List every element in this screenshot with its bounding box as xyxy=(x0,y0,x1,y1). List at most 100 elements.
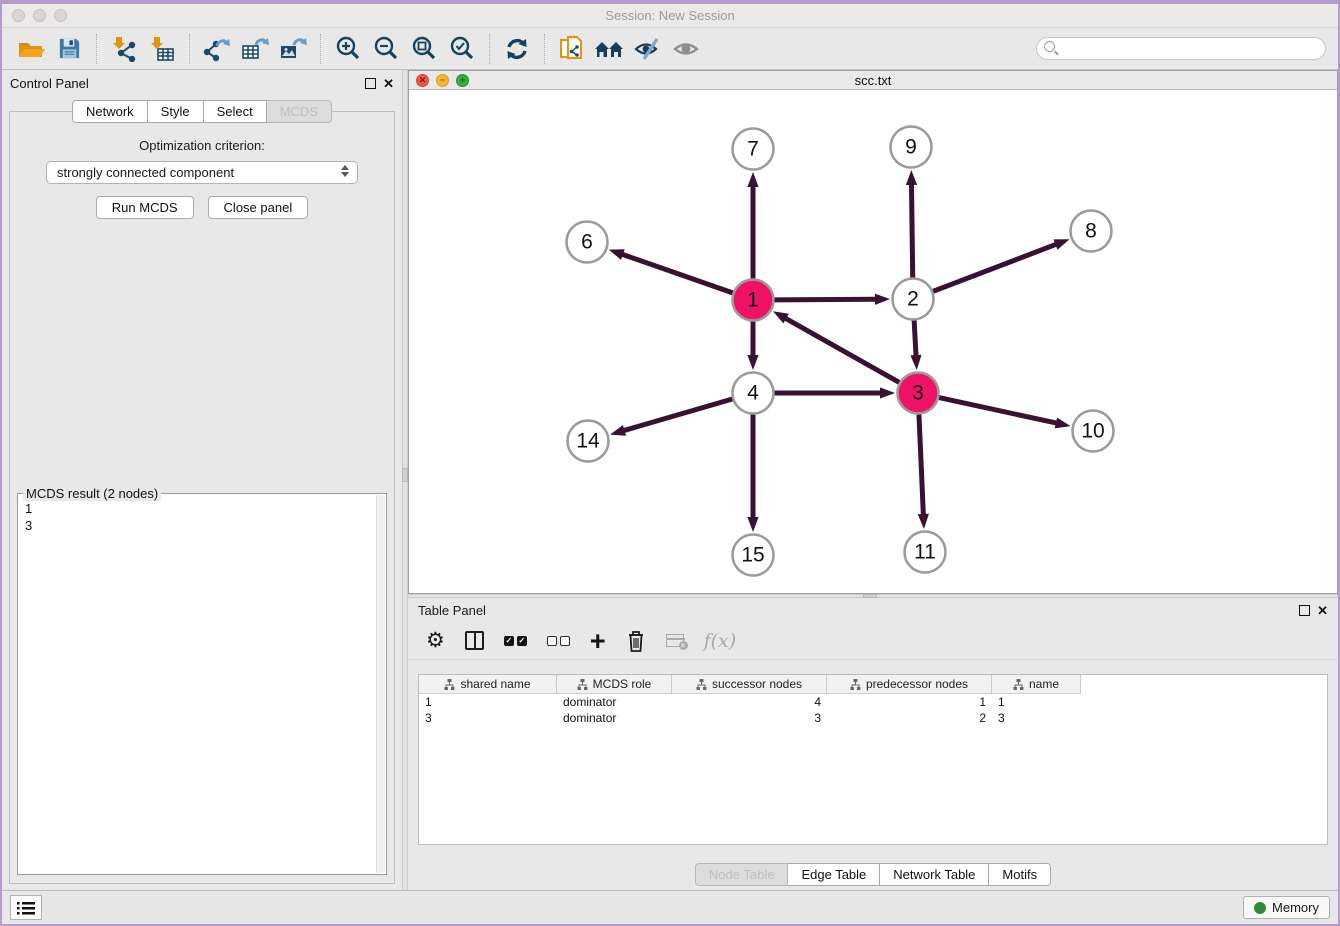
zoom-selected-button[interactable] xyxy=(443,32,481,66)
import-network-icon xyxy=(110,36,138,62)
table-cell[interactable]: 1 xyxy=(992,695,1081,709)
close-panel-button[interactable]: Close panel xyxy=(208,196,309,219)
table-panel: Table Panel ✕ ⚙ ✓ ✓ xyxy=(408,598,1338,890)
edge-2-3[interactable] xyxy=(914,320,916,357)
tab-motifs[interactable]: Motifs xyxy=(989,863,1051,886)
tab-style[interactable]: Style xyxy=(148,100,204,123)
table-cell[interactable]: 3 xyxy=(672,711,827,725)
refresh-icon xyxy=(504,36,530,62)
export-image-button[interactable] xyxy=(274,32,312,66)
import-table-button[interactable] xyxy=(143,32,181,66)
edge-2-9[interactable] xyxy=(911,183,912,278)
memory-label: Memory xyxy=(1272,900,1319,915)
edge-4-14[interactable] xyxy=(623,399,733,431)
open-session-button[interactable] xyxy=(12,32,50,66)
table-cell[interactable]: 1 xyxy=(827,695,992,709)
trash-icon xyxy=(626,629,646,653)
task-history-button[interactable] xyxy=(10,895,42,920)
select-all-button[interactable]: ✓ ✓ xyxy=(504,626,527,656)
close-panel-icon[interactable]: ✕ xyxy=(383,78,394,89)
table-cell[interactable]: 3 xyxy=(419,711,557,725)
duplicate-network-button[interactable] xyxy=(553,32,591,66)
edge-1-2[interactable] xyxy=(774,299,877,300)
deselect-all-button[interactable] xyxy=(547,626,570,656)
search-container xyxy=(1036,37,1326,60)
edge-3-1[interactable] xyxy=(784,318,899,383)
table-cell[interactable]: 2 xyxy=(827,711,992,725)
memory-button[interactable]: Memory xyxy=(1243,896,1330,919)
export-network-button[interactable] xyxy=(198,32,236,66)
show-all-button[interactable] xyxy=(667,32,705,66)
tab-mcds[interactable]: MCDS xyxy=(267,100,332,123)
app-window: Session: New Session xyxy=(0,0,1340,926)
float-panel-icon[interactable] xyxy=(365,78,376,89)
node-label-4: 4 xyxy=(747,382,759,405)
splitter-grip[interactable] xyxy=(402,468,408,482)
zoom-out-button[interactable] xyxy=(367,32,405,66)
column-header-predecessor-nodes[interactable]: predecessor nodes xyxy=(827,675,992,693)
zoom-in-button[interactable] xyxy=(329,32,367,66)
open-folder-icon xyxy=(17,37,45,61)
network-window-title: scc.txt xyxy=(409,73,1337,88)
edge-1-6[interactable] xyxy=(621,254,733,293)
close-panel-icon[interactable]: ✕ xyxy=(1317,605,1328,616)
node-label-14: 14 xyxy=(576,430,600,453)
tab-node-table[interactable]: Node Table xyxy=(695,863,789,886)
table-cell[interactable]: 4 xyxy=(672,695,827,709)
table-cell[interactable]: 3 xyxy=(992,711,1081,725)
add-column-button[interactable]: + xyxy=(590,626,606,656)
column-header-shared-name[interactable]: shared name xyxy=(419,675,557,693)
table-row[interactable]: 1dominator411 xyxy=(419,694,1327,710)
function-builder-button[interactable]: f(x) xyxy=(704,626,737,656)
tab-edge-table[interactable]: Edge Table xyxy=(788,863,880,886)
tab-select[interactable]: Select xyxy=(204,100,267,123)
apply-layout-button[interactable] xyxy=(498,32,536,66)
table-row[interactable]: 3dominator323 xyxy=(419,710,1327,726)
delete-column-button[interactable] xyxy=(626,626,646,656)
hide-selected-button[interactable] xyxy=(629,32,667,66)
column-type-icon xyxy=(444,679,455,690)
column-type-icon xyxy=(577,679,588,690)
result-scrollbar[interactable] xyxy=(376,495,385,873)
import-table-icon xyxy=(148,36,176,62)
search-icon xyxy=(1044,41,1055,52)
column-header-MCDS-role[interactable]: MCDS role xyxy=(557,675,672,693)
save-session-button[interactable] xyxy=(50,32,88,66)
control-panel-header: Control Panel ✕ xyxy=(2,70,402,96)
import-network-button[interactable] xyxy=(105,32,143,66)
delete-table-icon: ✕ xyxy=(666,634,684,647)
float-panel-icon[interactable] xyxy=(1299,605,1310,616)
edge-3-11[interactable] xyxy=(919,414,923,516)
table-cell[interactable]: dominator xyxy=(557,711,672,725)
mcds-result-title: MCDS result (2 nodes) xyxy=(23,486,161,501)
column-header-name[interactable]: name xyxy=(992,675,1081,693)
export-table-icon xyxy=(241,36,269,62)
table-tabs: Node TableEdge TableNetwork TableMotifs xyxy=(408,863,1338,886)
node-table: shared nameMCDS rolesuccessor nodesprede… xyxy=(418,674,1328,845)
show-columns-button[interactable] xyxy=(465,626,484,656)
export-table-button[interactable] xyxy=(236,32,274,66)
optimization-select[interactable]: strongly connected component xyxy=(46,161,358,184)
table-cell[interactable]: 1 xyxy=(419,695,557,709)
first-neighbors-button[interactable] xyxy=(591,32,629,66)
edge-arrowhead xyxy=(609,249,625,260)
export-image-icon xyxy=(279,36,307,62)
edge-arrowhead xyxy=(747,517,758,532)
node-label-15: 15 xyxy=(741,544,764,567)
table-settings-button[interactable]: ⚙ xyxy=(426,626,445,656)
zoom-fit-button[interactable] xyxy=(405,32,443,66)
delete-table-button[interactable]: ✕ xyxy=(666,626,684,656)
edge-3-10[interactable] xyxy=(939,398,1058,424)
column-header-successor-nodes[interactable]: successor nodes xyxy=(672,675,827,693)
edge-2-8[interactable] xyxy=(933,244,1057,291)
network-canvas[interactable]: 1234678910111415 xyxy=(409,90,1337,593)
table-cell[interactable]: dominator xyxy=(557,695,672,709)
run-mcds-button[interactable]: Run MCDS xyxy=(96,196,194,219)
tab-network[interactable]: Network xyxy=(72,100,148,123)
export-network-icon xyxy=(203,36,231,62)
search-input[interactable] xyxy=(1036,37,1326,60)
node-label-10: 10 xyxy=(1081,420,1104,443)
tab-network-table[interactable]: Network Table xyxy=(880,863,989,886)
optimization-value: strongly connected component xyxy=(57,165,234,180)
network-graph[interactable]: 1234678910111415 xyxy=(409,90,1337,593)
